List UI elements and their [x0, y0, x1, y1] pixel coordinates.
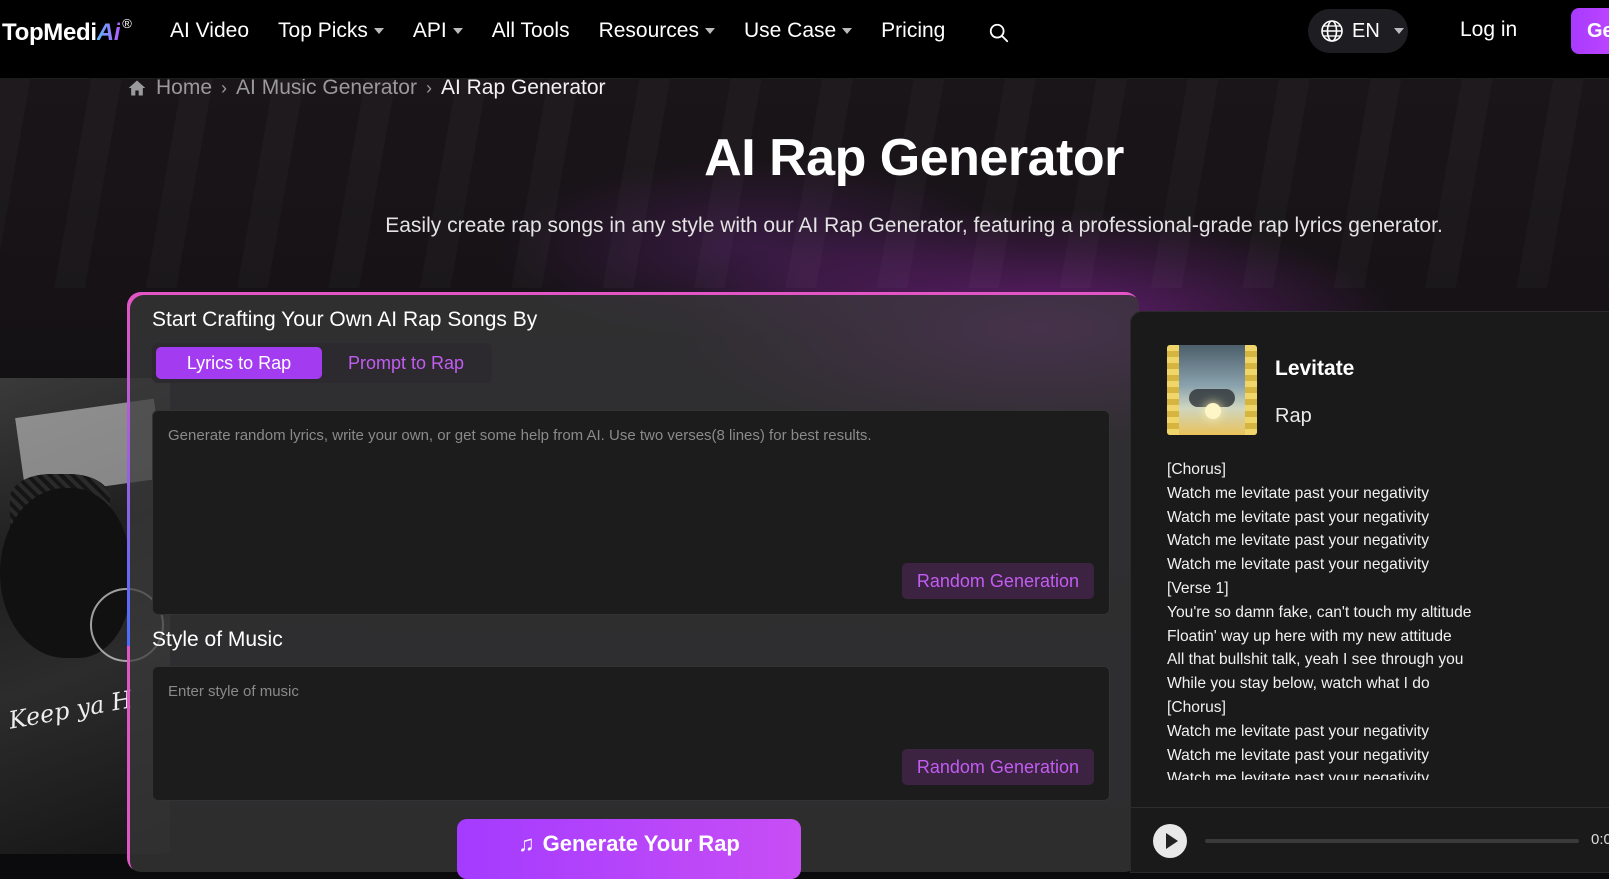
chevron-right-icon: › [425, 77, 432, 98]
breadcrumb-home[interactable]: Home [156, 76, 212, 100]
lyrics-textarea[interactable]: Generate random lyrics, write your own, … [152, 410, 1110, 615]
mode-tabs: Lyrics to Rap Prompt to Rap [152, 343, 492, 383]
language-selector[interactable]: EN [1308, 9, 1408, 53]
random-lyrics-button[interactable]: Random Generation [901, 563, 1094, 599]
top-nav-bar: TopMediAi ® AI Video Top Picks API All To… [0, 0, 1609, 79]
tab-lyrics-to-rap[interactable]: Lyrics to Rap [156, 347, 322, 379]
lyric-line: [Chorus] [1167, 698, 1226, 716]
nav-resources[interactable]: Resources [599, 19, 715, 43]
lyric-line: Watch me levitate past your negativity [1167, 722, 1430, 740]
nav-ai-video[interactable]: AI Video [170, 19, 249, 43]
style-of-music-label: Style of Music [152, 628, 283, 651]
lyric-line: While you stay below, watch what I do [1167, 675, 1430, 693]
lyric-line: Watch me levitate past your negativity [1167, 508, 1430, 526]
album-cover [1167, 345, 1257, 435]
caret-down-icon [1393, 28, 1404, 34]
caret-down-icon [373, 28, 384, 34]
language-code: EN [1352, 19, 1380, 42]
page-subtitle: Easily create rap songs in any style wit… [385, 214, 1443, 237]
breadcrumb-current: AI Rap Generator [440, 76, 606, 99]
lyric-line: You're so damn fake, can't touch my alti… [1167, 603, 1472, 621]
lyric-line: Watch me levitate past your negativity [1167, 532, 1430, 550]
lyric-line: Watch me levitate past your negativity [1167, 770, 1430, 780]
page-title: AI Rap Generator [704, 129, 1124, 187]
play-icon[interactable] [1153, 824, 1187, 858]
lyric-line: [Chorus] [1167, 461, 1226, 478]
random-style-button[interactable]: Random Generation [901, 749, 1094, 785]
song-title: Levitate [1275, 357, 1355, 380]
login-link[interactable]: Log in [1460, 18, 1517, 42]
nav-all-tools[interactable]: All Tools [492, 19, 570, 43]
collage-scribble: Keep ya H [6, 685, 135, 735]
logo[interactable]: TopMediAi ® [2, 16, 132, 47]
caret-down-icon [452, 28, 463, 34]
breadcrumb-ai-music-generator[interactable]: AI Music Generator [236, 76, 417, 100]
get-started-button[interactable]: Ge [1571, 8, 1609, 54]
chevron-right-icon: › [221, 77, 228, 98]
globe-icon [1321, 20, 1343, 42]
player-divider [1131, 807, 1609, 808]
lyric-line: Watch me levitate past your negativity [1167, 556, 1430, 574]
search-icon[interactable] [988, 22, 1010, 44]
style-input[interactable]: Enter style of music Random Generation [152, 666, 1110, 801]
lyric-line: Watch me levitate past your negativity [1167, 484, 1430, 502]
style-placeholder: Enter style of music [168, 683, 299, 700]
lyric-line: All that bullshit talk, yeah I see throu… [1167, 651, 1464, 669]
nav-api[interactable]: API [413, 19, 463, 43]
song-genre: Rap [1275, 405, 1312, 427]
song-lyrics: [Chorus] Watch me levitate past your neg… [1167, 458, 1609, 780]
main-nav: AI Video Top Picks API All Tools Resourc… [170, 19, 974, 43]
caret-down-icon [842, 28, 853, 34]
nav-top-picks[interactable]: Top Picks [278, 19, 384, 43]
lyric-line: Floatin' way up here with my new attitud… [1167, 627, 1452, 645]
audio-time: 0:0 [1591, 831, 1609, 848]
rap-generator-form: Start Crafting Your Own AI Rap Songs By … [127, 292, 1139, 879]
song-preview-panel: Levitate Rap [Chorus] Watch me levitate … [1130, 311, 1609, 873]
breadcrumb: Home › AI Music Generator › AI Rap Gener… [127, 76, 606, 100]
home-icon [128, 80, 146, 96]
form-heading: Start Crafting Your Own AI Rap Songs By [152, 308, 538, 331]
tab-prompt-to-rap[interactable]: Prompt to Rap [330, 347, 482, 379]
nav-use-case[interactable]: Use Case [744, 19, 853, 43]
caret-down-icon [704, 28, 715, 34]
lyric-line: Watch me levitate past your negativity [1167, 746, 1430, 764]
lyrics-placeholder: Generate random lyrics, write your own, … [168, 427, 872, 444]
generate-rap-button[interactable]: ♫ Generate Your Rap [457, 819, 801, 879]
audio-progress-bar[interactable] [1205, 839, 1579, 843]
lyric-line: [Verse 1] [1167, 579, 1229, 597]
music-note-icon: ♫ [518, 831, 535, 856]
nav-pricing[interactable]: Pricing [881, 19, 945, 43]
